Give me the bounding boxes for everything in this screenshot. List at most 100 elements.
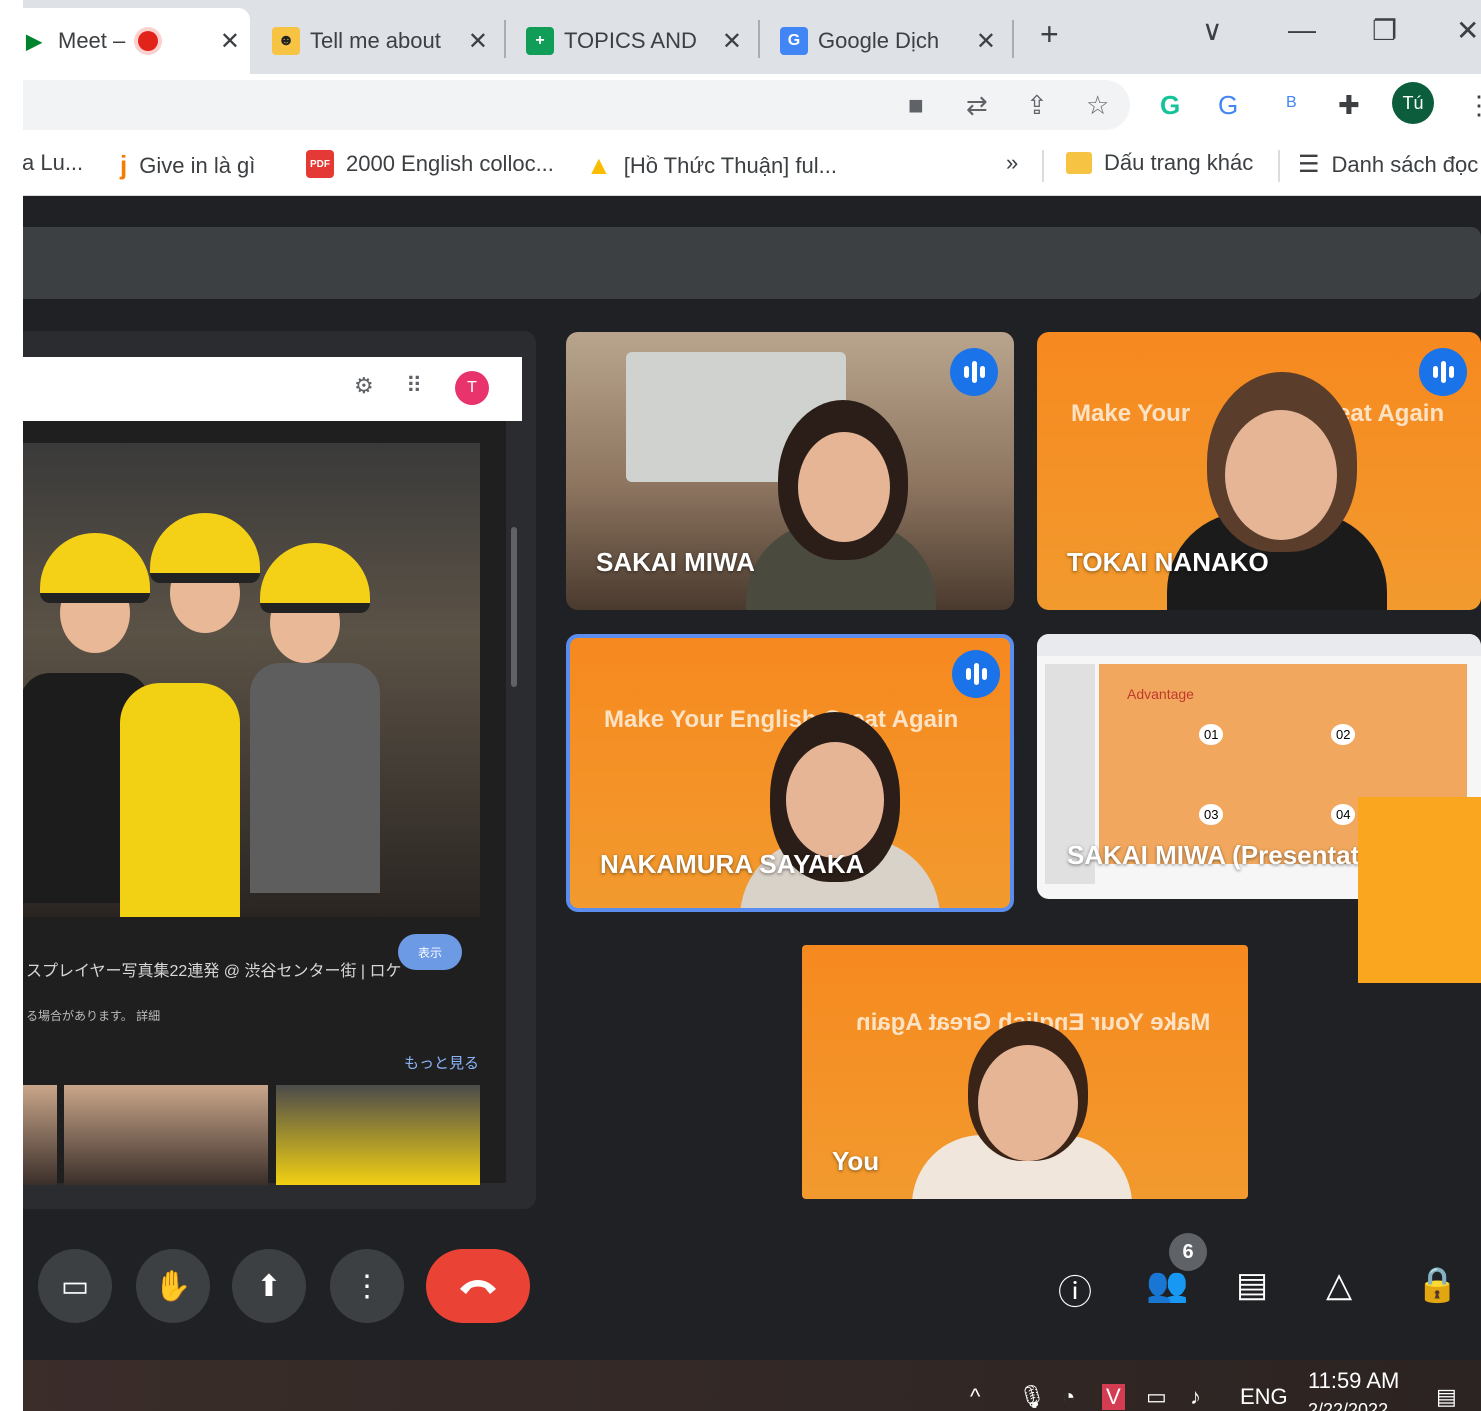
raise-hand-button[interactable]: ✋ (136, 1249, 210, 1323)
slide-item: 01 (1199, 724, 1224, 745)
browser-toolbar: ■ ⇄ ⇪ ☆ G G B ✚ ⋮ (0, 74, 1481, 136)
person-figure (120, 683, 240, 917)
tab-divider (1012, 20, 1014, 58)
minimize-button[interactable]: — (1288, 14, 1316, 46)
info-icon[interactable]: ⓘ (1058, 1265, 1092, 1314)
character-avatar-icon: ☻ (272, 27, 300, 55)
bookmarks-overflow-button[interactable]: » (1006, 150, 1018, 176)
wifi-icon[interactable]: ◔ (1062, 1384, 1075, 1410)
bookmark-label: a Lu... (22, 150, 84, 175)
bookmarks-bar: a Lu... j Give in là gì PDF 2000 English… (0, 136, 1481, 196)
google-translate-icon[interactable]: G (1218, 90, 1238, 121)
shared-view-button: 表示 (398, 934, 462, 970)
bookmark-item[interactable]: a Lu... (22, 150, 83, 176)
vpn-icon[interactable]: V (1102, 1384, 1125, 1410)
participant-tile[interactable]: Make Your eat Again TOKAI NANAKO (1037, 332, 1481, 610)
raise-hand-icon: ✋ (154, 1269, 192, 1303)
grammarly-icon[interactable]: G (1160, 90, 1180, 121)
tab-tell-me-about[interactable]: ☻ Tell me about ✕ (262, 8, 498, 74)
tab-divider (758, 20, 760, 58)
activities-icon[interactable]: △ (1326, 1265, 1352, 1305)
other-bookmarks[interactable]: Dấu trang khác (1066, 150, 1253, 176)
taxi-hat (260, 543, 370, 613)
tab-topics[interactable]: + TOPICS AND ✕ (516, 8, 752, 74)
thumbnail (23, 1085, 57, 1185)
star-icon[interactable]: ☆ (1086, 90, 1109, 121)
tab-meet[interactable]: ▶ Meet – u ✕ (10, 8, 250, 74)
folder-icon (1066, 152, 1092, 174)
camera-button[interactable]: ▭ (38, 1249, 112, 1323)
meet-icon: ▶ (20, 27, 48, 55)
clock-date[interactable]: 2/22/2022 (1308, 1400, 1388, 1411)
more-options-button[interactable]: ⋮ (330, 1249, 404, 1323)
reading-list-icon: ☰ (1298, 151, 1320, 178)
share-icon[interactable]: ⇪ (1026, 90, 1048, 121)
reading-list[interactable]: ☰ Danh sách đọc (1298, 150, 1478, 179)
people-icon[interactable]: 👥 (1146, 1265, 1188, 1305)
recording-icon (138, 31, 158, 51)
camera-icon[interactable]: ■ (908, 90, 924, 121)
tab-search-button[interactable]: ∨ (1202, 14, 1223, 47)
more-vert-icon: ⋮ (352, 1269, 382, 1303)
host-controls-icon[interactable]: 🔒 (1416, 1265, 1458, 1305)
tab-label: Tell me about (310, 28, 441, 53)
close-tab-icon[interactable]: ✕ (722, 27, 742, 56)
window-edge (0, 0, 23, 1411)
hangup-icon (460, 1280, 496, 1294)
slide-toolbar (1037, 634, 1481, 656)
participant-face (798, 432, 890, 542)
close-tab-icon[interactable]: ✕ (468, 27, 488, 56)
speaking-indicator-icon (950, 348, 998, 396)
clock-time[interactable]: 11:59 AM (1308, 1368, 1399, 1394)
puzzle-icon[interactable]: ✚ (1338, 90, 1360, 121)
settings-icon: ⚙ (354, 373, 374, 398)
taxi-hat (150, 513, 260, 583)
screen: ▶ Meet – u ✕ ☻ Tell me about ✕ + TOPICS … (0, 0, 1481, 1411)
tab-google-dich[interactable]: G Google Dịch ✕ (770, 8, 1006, 74)
sheets-plus-icon: + (526, 27, 554, 55)
self-view-tile[interactable]: Make Your English Great Again You (802, 945, 1248, 1199)
bookmark-item[interactable]: ▲ [Hồ Thức Thuận] ful... (586, 150, 837, 181)
bookmark-item[interactable]: j Give in là gì (120, 150, 255, 181)
profile-avatar[interactable]: Tú (1392, 82, 1434, 124)
microphone-icon[interactable]: 🎙 (1018, 1384, 1046, 1410)
participant-tile[interactable]: SAKAI MIWA (566, 332, 1014, 610)
bookmark-item[interactable]: PDF 2000 English colloc... (306, 150, 554, 178)
tray-overflow-icon[interactable]: ^ (970, 1384, 980, 1410)
close-tab-icon[interactable]: ✕ (976, 27, 996, 56)
person-figure (250, 663, 380, 893)
speaking-indicator-icon (952, 650, 1000, 698)
chat-icon[interactable]: ▤ (1236, 1265, 1268, 1305)
tile-banner: Make Your English Great Again (604, 706, 959, 733)
orange-overlay (1358, 797, 1481, 983)
bookmark-label: 2000 English colloc... (346, 151, 554, 176)
participant-name: SAKAI MIWA (596, 547, 755, 577)
new-tab-button[interactable]: + (1040, 16, 1059, 53)
volume-icon[interactable]: ♪ (1190, 1384, 1201, 1410)
participant-face (978, 1045, 1078, 1161)
browser-tab-strip: ▶ Meet – u ✕ ☻ Tell me about ✕ + TOPICS … (0, 0, 1481, 74)
slide-item: 04 (1331, 804, 1356, 825)
present-button[interactable]: ⬆ (232, 1249, 306, 1323)
bookmark-label: Give in là gì (139, 152, 256, 178)
shared-photo (0, 443, 480, 917)
slide-title: Advantage (1127, 686, 1194, 702)
bookmark-divider (1042, 150, 1044, 182)
tile-banner-right: eat Again (1337, 400, 1445, 427)
battery-icon[interactable]: ▭ (1146, 1384, 1167, 1410)
leave-call-button[interactable] (426, 1249, 530, 1323)
address-bar[interactable] (0, 80, 1130, 130)
b-extension-icon[interactable]: B (1286, 94, 1297, 112)
participant-tile-active[interactable]: Make Your English Great Again NAKAMURA S… (566, 634, 1014, 912)
pdf-icon: PDF (306, 150, 334, 178)
slide-item: 03 (1199, 804, 1224, 825)
speaking-indicator-icon (1419, 348, 1467, 396)
restore-button[interactable]: ❐ (1372, 14, 1397, 47)
notifications-icon[interactable]: ▤ (1436, 1384, 1457, 1410)
input-language[interactable]: ENG (1240, 1384, 1288, 1410)
google-drive-icon: ▲ (586, 150, 612, 180)
close-tab-icon[interactable]: ✕ (220, 27, 240, 56)
translate-icon[interactable]: ⇄ (966, 90, 988, 121)
menu-icon[interactable]: ⋮ (1466, 90, 1481, 121)
close-window-button[interactable]: ✕ (1456, 14, 1479, 47)
